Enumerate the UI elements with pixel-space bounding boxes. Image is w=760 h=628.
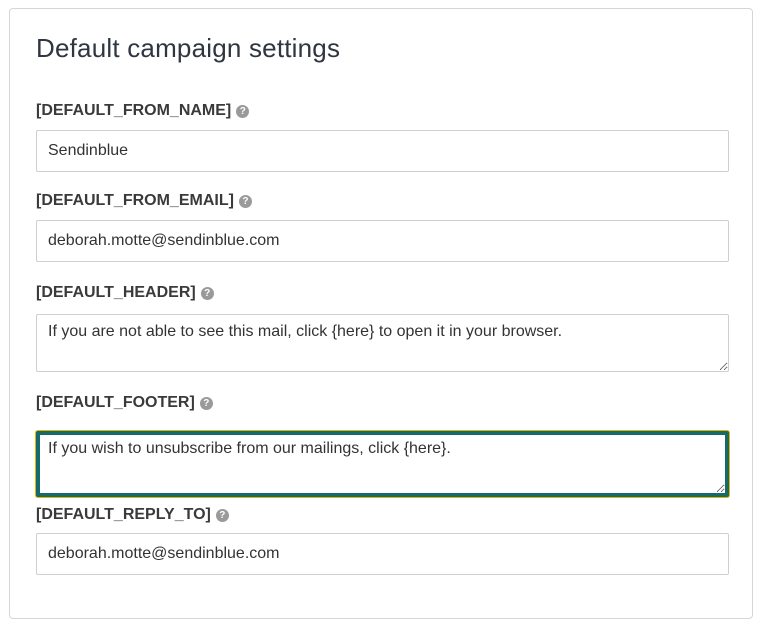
- reply-to-label: [DEFAULT_REPLY_TO] ?: [36, 506, 229, 524]
- from-name-label: [DEFAULT_FROM_NAME] ?: [36, 102, 250, 120]
- header-label-text: [DEFAULT_HEADER]: [36, 284, 196, 301]
- reply-to-input[interactable]: [36, 533, 729, 575]
- footer-label-text: [DEFAULT_FOOTER]: [36, 394, 195, 411]
- footer-label: [DEFAULT_FOOTER] ?: [36, 394, 213, 412]
- footer-textarea[interactable]: If you wish to unsubscribe from our mail…: [36, 431, 729, 497]
- campaign-settings-panel: Default campaign settings [DEFAULT_FROM_…: [9, 8, 753, 619]
- from-name-input[interactable]: [36, 130, 729, 172]
- question-circle-icon[interactable]: ?: [200, 286, 214, 300]
- question-circle-icon[interactable]: ?: [215, 508, 229, 522]
- question-circle-icon[interactable]: ?: [199, 396, 213, 410]
- reply-to-label-text: [DEFAULT_REPLY_TO]: [36, 506, 211, 523]
- question-circle-icon[interactable]: ?: [236, 104, 250, 118]
- from-name-label-text: [DEFAULT_FROM_NAME]: [36, 102, 232, 119]
- question-circle-icon[interactable]: ?: [238, 194, 252, 208]
- from-email-label: [DEFAULT_FROM_EMAIL] ?: [36, 192, 252, 210]
- header-label: [DEFAULT_HEADER] ?: [36, 284, 214, 302]
- header-textarea[interactable]: If you are not able to see this mail, cl…: [36, 314, 729, 372]
- from-email-input[interactable]: [36, 220, 729, 262]
- from-email-label-text: [DEFAULT_FROM_EMAIL]: [36, 192, 234, 209]
- page-title: Default campaign settings: [36, 33, 341, 63]
